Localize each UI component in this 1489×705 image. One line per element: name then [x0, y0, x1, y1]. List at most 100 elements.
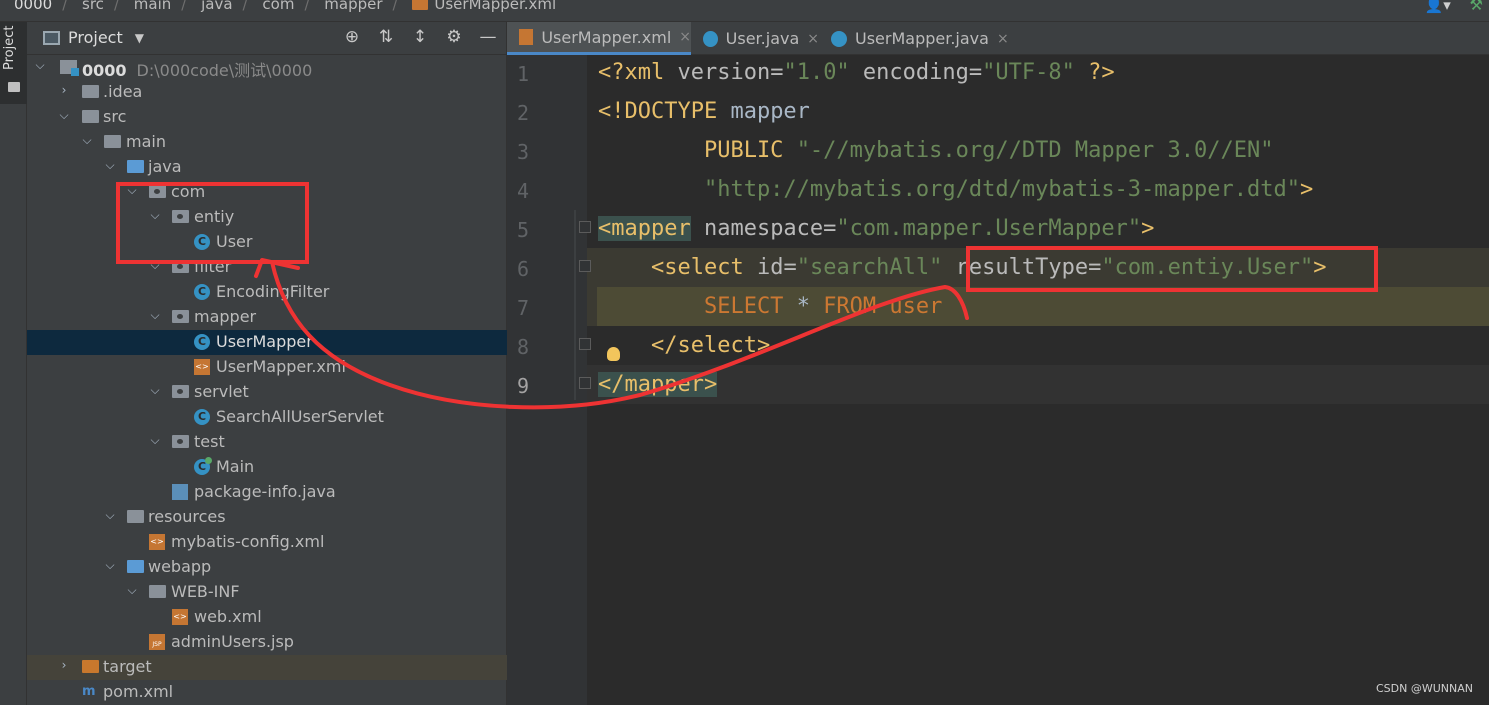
xml-file-icon: <>: [149, 534, 165, 550]
breadcrumb-item-com[interactable]: com: [262, 0, 294, 13]
doctype-close: >: [1300, 177, 1314, 202]
tree-item-usermapper-xml[interactable]: <> UserMapper.xml: [27, 355, 507, 380]
tree-item-java[interactable]: ⌵ java: [27, 155, 507, 180]
equals-sign: =: [783, 255, 797, 280]
xml-attribute: encoding: [849, 60, 969, 85]
tree-item-encodingfilter[interactable]: C EncodingFilter: [27, 280, 507, 305]
project-view-selector[interactable]: Project ▼: [43, 28, 144, 47]
tree-item-web-xml[interactable]: <> web.xml: [27, 605, 507, 630]
code-line-3: PUBLIC "-//mybatis.org//DTD Mapper 3.0//…: [507, 133, 1489, 172]
code-editor: UserMapper.xml × User.java × UserMapper.…: [507, 22, 1489, 705]
breadcrumb-item-usermapper-xml[interactable]: UserMapper.xml: [434, 0, 556, 13]
close-icon[interactable]: ×: [997, 31, 1009, 47]
tree-item-root-module[interactable]: ⌵ 0000 D:\000code\测试\0000: [27, 55, 507, 80]
tree-item-mybatis-config[interactable]: <> mybatis-config.xml: [27, 530, 507, 555]
collapse-all-icon[interactable]: ↕: [411, 27, 429, 47]
code-line-4: "http://mybatis.org/dtd/mybatis-3-mapper…: [507, 172, 1489, 211]
chevron-down-icon[interactable]: ⌵: [33, 58, 47, 73]
sql-table: user: [889, 294, 943, 319]
sql-keyword: SELECT: [598, 294, 797, 319]
tree-item-package-info[interactable]: package-info.java: [27, 480, 507, 505]
tree-item-webapp[interactable]: ⌵ webapp: [27, 555, 507, 580]
chevron-down-icon[interactable]: ⌵: [125, 583, 139, 598]
java-file-icon: [172, 484, 188, 500]
tree-item-label: resources: [148, 507, 226, 526]
tree-item-adminusers-jsp[interactable]: JSP adminUsers.jsp: [27, 630, 507, 655]
web-folder-icon: [127, 560, 144, 573]
breadcrumb-item-src[interactable]: src: [82, 0, 104, 13]
chevron-down-icon[interactable]: ⌵: [103, 508, 117, 523]
java-main-class-icon: C: [194, 457, 212, 475]
tree-item-label: test: [194, 432, 225, 451]
equals-sign: =: [823, 216, 837, 241]
breadcrumb-item-0000[interactable]: 0000: [14, 0, 52, 13]
chevron-right-icon[interactable]: ›: [57, 658, 71, 672]
tree-item-idea[interactable]: › .idea: [27, 80, 507, 105]
project-view-icon: [43, 30, 60, 45]
close-icon[interactable]: ×: [679, 29, 691, 45]
code-line-9: </mapper>: [507, 367, 1489, 406]
chevron-down-icon[interactable]: ⌵: [103, 158, 117, 173]
xml-file-icon: <>: [194, 359, 210, 375]
tree-item-servlet[interactable]: ⌵ servlet: [27, 380, 507, 405]
select-opened-file-icon[interactable]: ⊕: [343, 27, 361, 47]
tree-item-usermapper-interface[interactable]: C UserMapper: [27, 330, 507, 355]
chevron-right-icon[interactable]: ›: [57, 83, 71, 97]
build-hammer-icon[interactable]: ⚒: [1470, 0, 1483, 14]
chevron-down-icon[interactable]: ⌵: [80, 133, 94, 148]
chevron-down-icon[interactable]: ⌵: [103, 558, 117, 573]
tree-item-web-inf[interactable]: ⌵ WEB-INF: [27, 580, 507, 605]
xml-string: "-//mybatis.org//DTD Mapper 3.0//EN": [796, 138, 1274, 163]
xml-tag-close: >: [1141, 216, 1155, 241]
gear-icon[interactable]: ⚙: [445, 27, 463, 47]
package-icon: [172, 310, 189, 323]
xml-file-icon: [412, 0, 429, 10]
xml-declaration-open: <?xml: [598, 60, 678, 85]
tab-usermapper-xml[interactable]: UserMapper.xml ×: [507, 22, 691, 55]
breadcrumb-separator: /: [181, 0, 187, 13]
hide-panel-icon[interactable]: —: [479, 27, 497, 47]
xml-tag: <mapper: [598, 216, 691, 241]
tree-item-target[interactable]: › target: [27, 655, 507, 680]
excluded-folder-icon: [82, 660, 99, 673]
tree-item-main-class[interactable]: C Main: [27, 455, 507, 480]
tab-user-java[interactable]: User.java ×: [691, 22, 819, 55]
tree-item-label: 0000: [82, 61, 127, 80]
expand-all-icon[interactable]: ⇅: [377, 27, 395, 47]
tree-item-pom-xml[interactable]: m pom.xml: [27, 680, 507, 705]
tab-usermapper-java[interactable]: UserMapper.java ×: [819, 22, 1009, 55]
chevron-down-icon[interactable]: ⌵: [57, 108, 71, 123]
source-folder-icon: [127, 160, 144, 173]
tree-item-src[interactable]: ⌵ src: [27, 105, 507, 130]
java-class-icon: C: [194, 409, 210, 425]
code-line-7: SELECT * FROM user: [507, 289, 1489, 328]
tree-item-mapper[interactable]: ⌵ mapper: [27, 305, 507, 330]
tree-item-resources[interactable]: ⌵ resources: [27, 505, 507, 530]
toolbar-right: 👤▾ ⚒: [1425, 0, 1483, 14]
code-line-2: <!DOCTYPE mapper: [507, 94, 1489, 133]
chevron-down-icon[interactable]: ⌵: [148, 383, 162, 398]
xml-string: "com.mapper.UserMapper": [836, 216, 1142, 241]
sql-keyword: FROM: [823, 294, 890, 319]
chevron-down-icon[interactable]: ⌵: [148, 308, 162, 323]
project-panel-header: Project ▼ ⊕ ⇅ ↕ ⚙ —: [27, 22, 507, 55]
tree-item-main[interactable]: ⌵ main: [27, 130, 507, 155]
tree-item-test[interactable]: ⌵ test: [27, 430, 507, 455]
code-line-8: </select>: [507, 328, 1489, 367]
breadcrumb-item-main[interactable]: main: [134, 0, 171, 13]
breadcrumb-item-mapper[interactable]: mapper: [324, 0, 382, 13]
chevron-down-icon[interactable]: ⌵: [148, 433, 162, 448]
tree-item-label: adminUsers.jsp: [171, 632, 294, 651]
code-area[interactable]: 1 2 3 4 5 6 7 8 9 <?xml version="1.0" en…: [507, 55, 1489, 705]
resources-folder-icon: [127, 510, 144, 523]
project-tool-window-button[interactable]: Project: [0, 22, 27, 104]
tree-item-searchalluserservlet[interactable]: C SearchAllUserServlet: [27, 405, 507, 430]
breadcrumb-item-java[interactable]: java: [201, 0, 232, 13]
xml-tag: </select>: [598, 333, 771, 358]
equals-sign: =: [968, 60, 983, 85]
code-line-5: <mapper namespace="com.mapper.UserMapper…: [507, 211, 1489, 250]
close-icon[interactable]: ×: [807, 31, 819, 47]
breadcrumb: 0000 / src / main / java / com / mapper / User…: [14, 0, 556, 13]
breadcrumb-separator: /: [392, 0, 398, 13]
user-account-icon[interactable]: 👤▾: [1425, 0, 1451, 14]
